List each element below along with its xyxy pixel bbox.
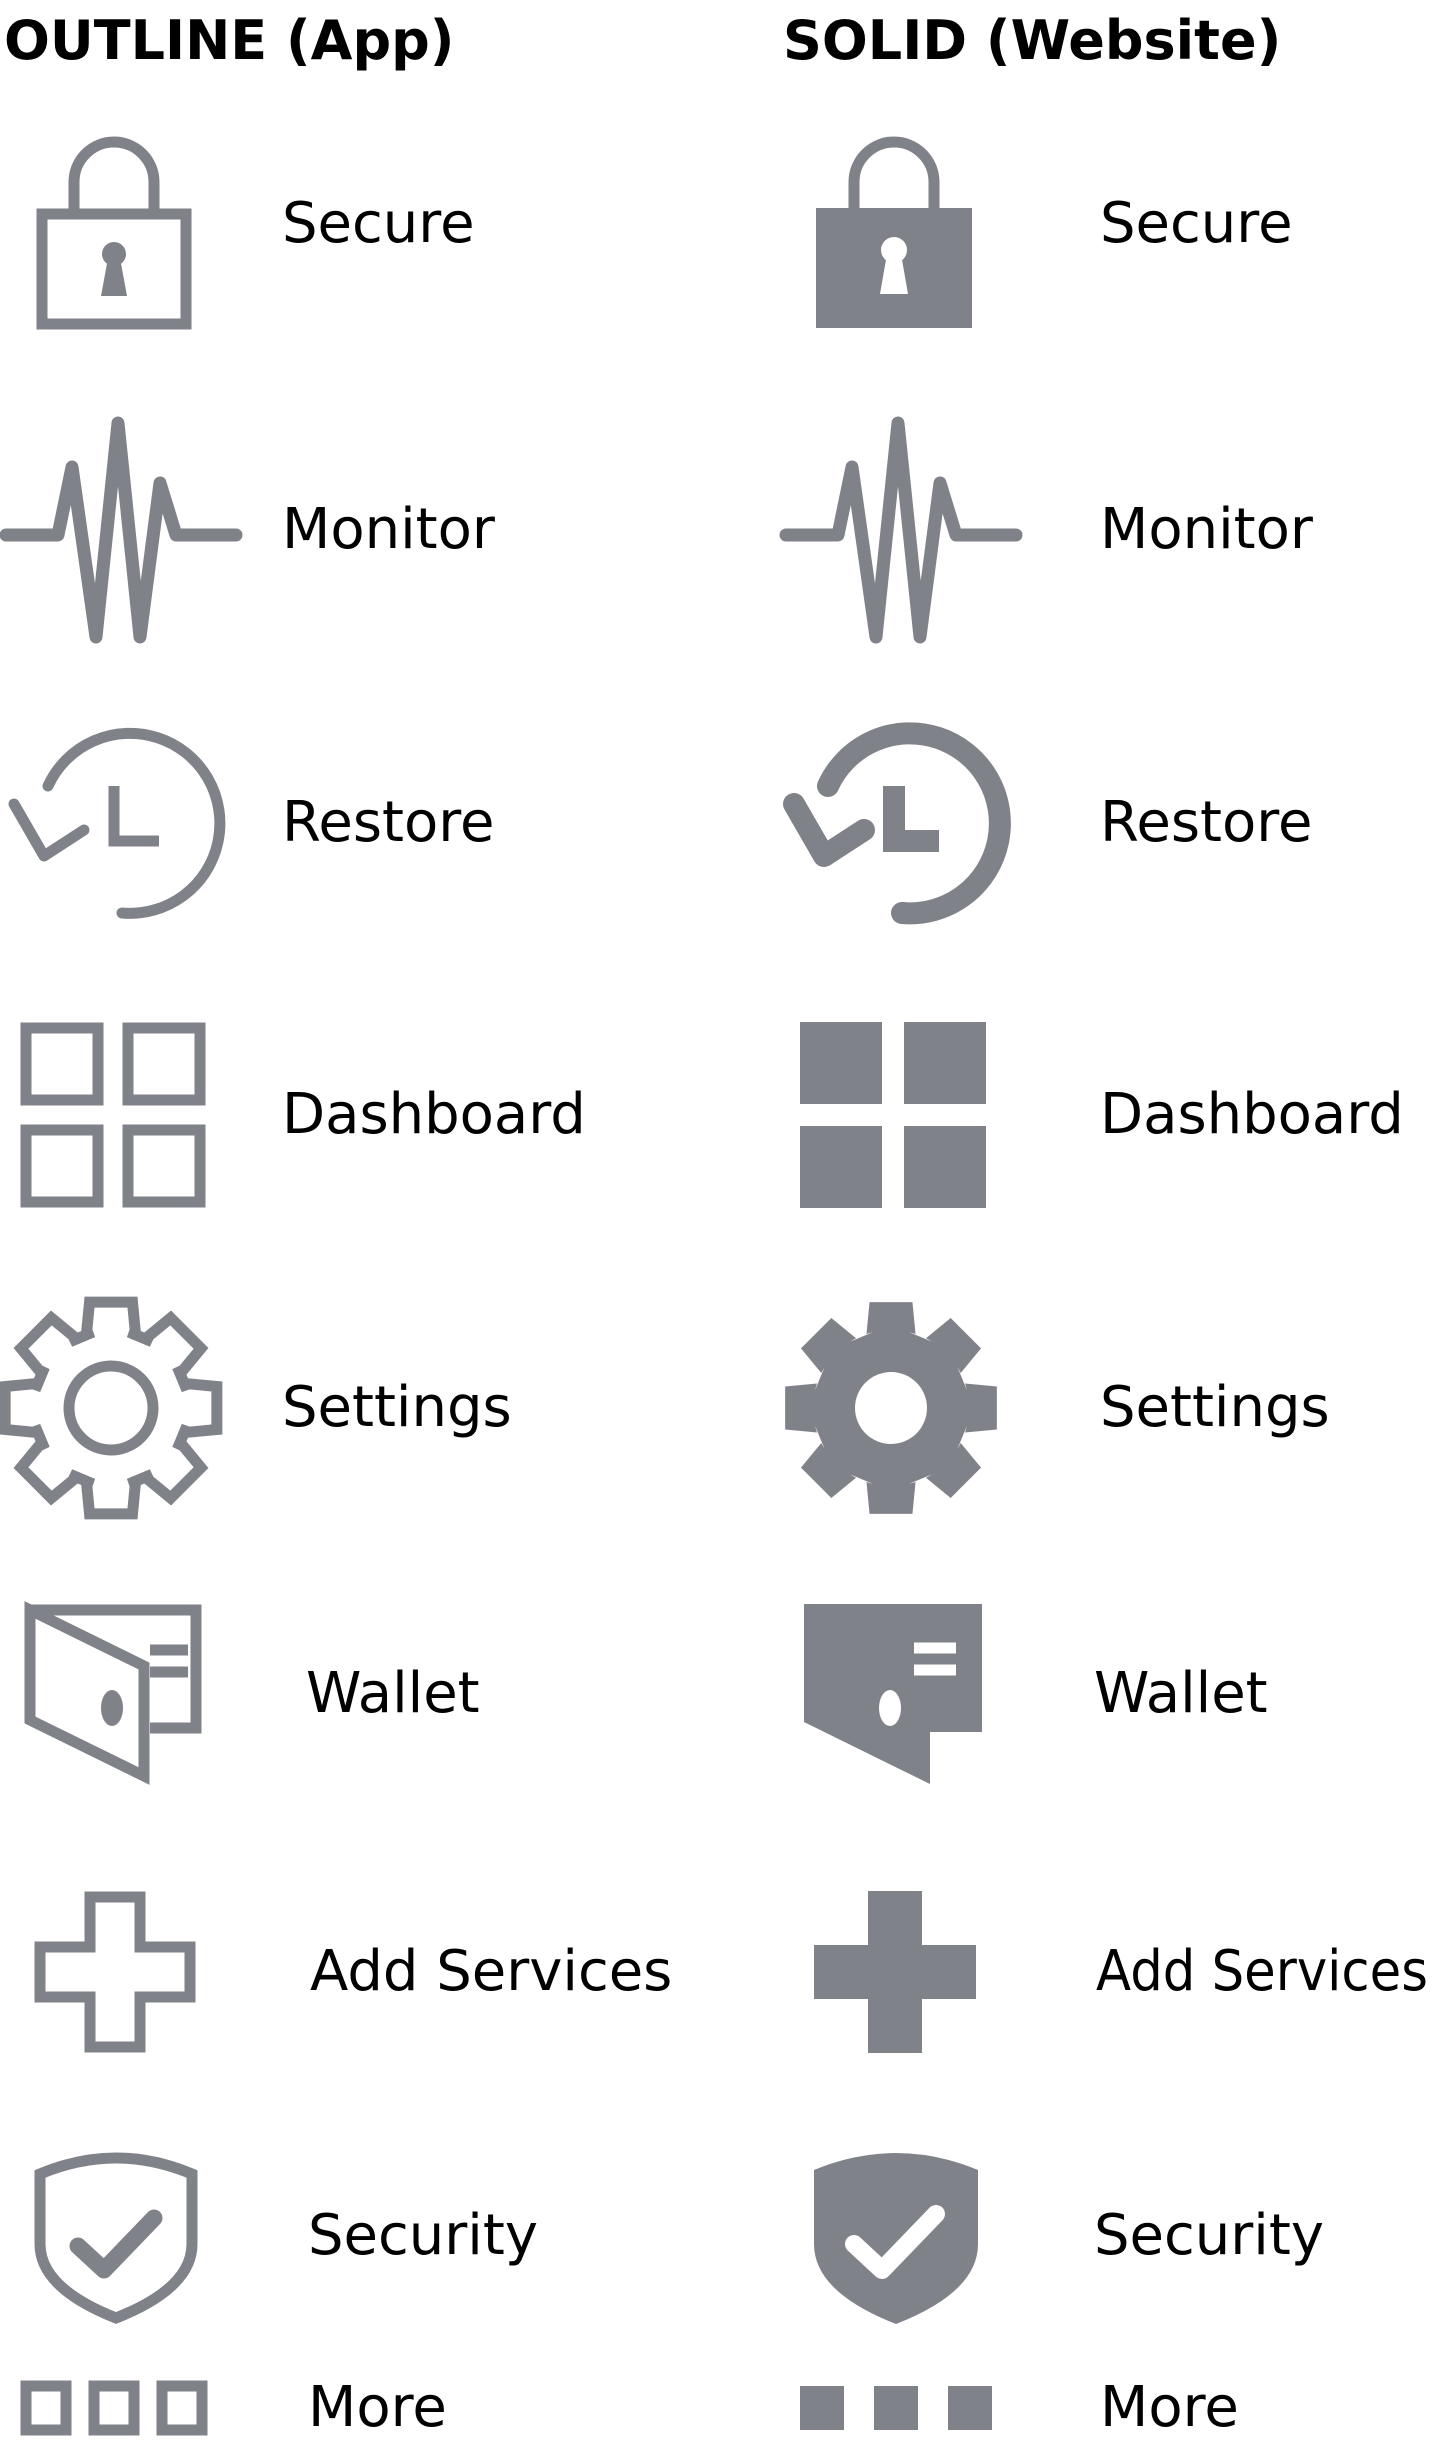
gear-icon bbox=[785, 1302, 997, 1514]
shield-check-icon bbox=[814, 2153, 978, 2324]
wallet-icon bbox=[804, 1604, 982, 1784]
solid-icon-column: Secure Monitor Restore Dashboard Settings … bbox=[0, 0, 1433, 2456]
icon-label: Wallet bbox=[1094, 1661, 1268, 1726]
icon-label: More bbox=[1100, 2375, 1239, 2440]
icon-label: Add Services bbox=[1096, 1939, 1428, 2004]
icon-label: Secure bbox=[1100, 191, 1293, 256]
padlock-icon bbox=[816, 136, 972, 328]
icon-label: Dashboard bbox=[1100, 1082, 1404, 1147]
more-squares-icon bbox=[800, 2386, 992, 2430]
plus-icon bbox=[814, 1891, 976, 2053]
pulse-icon bbox=[779, 416, 1023, 644]
icon-label: Restore bbox=[1100, 790, 1313, 855]
icon-label: Monitor bbox=[1100, 497, 1313, 562]
grid-icon bbox=[800, 1022, 986, 1208]
icon-label: Settings bbox=[1100, 1375, 1330, 1440]
history-clock-icon bbox=[783, 722, 1011, 925]
icon-label: Security bbox=[1094, 2203, 1324, 2268]
